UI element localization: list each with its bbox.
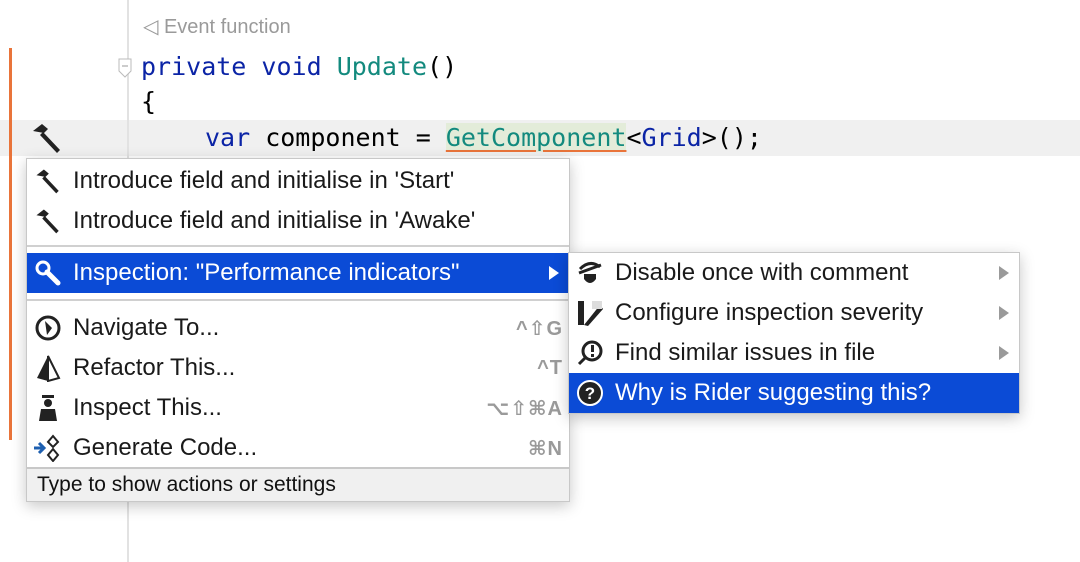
menu-item-generate-code[interactable]: Generate Code... ⌘N — [27, 428, 569, 468]
submenu-item-find-similar[interactable]: Find similar issues in file — [569, 333, 1019, 373]
hammer-icon[interactable] — [30, 122, 64, 154]
code-line-brace[interactable]: { — [141, 84, 156, 120]
inspection-submenu: Disable once with comment Configure insp… — [568, 252, 1020, 414]
submenu-arrow-icon — [999, 266, 1009, 280]
code-line-signature[interactable]: private void Update() — [141, 49, 457, 85]
submenu-arrow-icon — [999, 306, 1009, 320]
submenu-arrow-icon — [549, 266, 559, 280]
menu-footer-hint: Type to show actions or settings — [27, 467, 569, 501]
code-line-statement[interactable]: var component = GetComponent<Grid>(); — [205, 120, 762, 156]
question-icon: ? — [573, 378, 607, 408]
unity-icon: ◁ — [143, 16, 159, 38]
event-function-hint: ◁ Event function — [143, 16, 291, 38]
submenu-item-why-suggesting[interactable]: ? Why is Rider suggesting this? — [569, 373, 1019, 413]
menu-item-refactor-this[interactable]: Refactor This... ^T — [27, 348, 569, 388]
disable-icon — [573, 258, 607, 288]
hammer-icon — [31, 206, 65, 236]
menu-item-navigate-to[interactable]: Navigate To... ^⇧G — [27, 308, 569, 348]
hammer-icon — [31, 166, 65, 196]
severity-icon — [573, 298, 607, 328]
vcs-change-marker[interactable] — [9, 48, 12, 440]
menu-separator — [27, 299, 569, 301]
menu-item-inspection[interactable]: Inspection: "Performance indicators" — [27, 253, 569, 293]
svg-text:?: ? — [585, 384, 595, 403]
compass-icon — [31, 313, 65, 343]
menu-separator — [27, 245, 569, 247]
wrench-icon — [31, 258, 65, 288]
submenu-arrow-icon — [999, 346, 1009, 360]
menu-item-introduce-awake[interactable]: Introduce field and initialise in 'Awake… — [27, 201, 569, 241]
menu-item-inspect-this[interactable]: Inspect This... ⌥⇧⌘A — [27, 388, 569, 428]
fold-icon[interactable] — [118, 58, 132, 78]
refactor-icon — [31, 353, 65, 383]
submenu-item-configure-severity[interactable]: Configure inspection severity — [569, 293, 1019, 333]
context-actions-menu: Introduce field and initialise in 'Start… — [26, 158, 570, 502]
submenu-item-disable-once[interactable]: Disable once with comment — [569, 253, 1019, 293]
menu-item-introduce-start[interactable]: Introduce field and initialise in 'Start… — [27, 161, 569, 201]
generate-icon — [31, 433, 65, 463]
find-issues-icon — [573, 338, 607, 368]
inspector-icon — [31, 393, 65, 423]
